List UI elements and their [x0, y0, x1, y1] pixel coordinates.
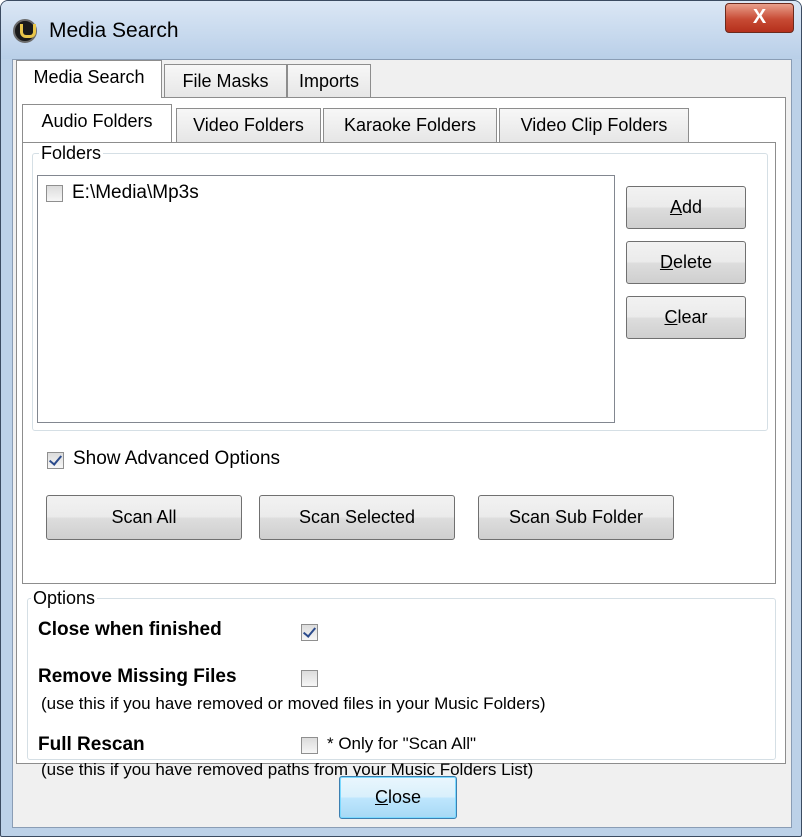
- folders-group-label: Folders: [39, 143, 104, 163]
- clear-label-rest: lear: [677, 307, 708, 327]
- folder-item-path: E:\Media\Mp3s: [72, 182, 199, 203]
- folders-list[interactable]: E:\Media\Mp3s: [37, 175, 615, 423]
- tab-video-folders[interactable]: Video Folders: [176, 108, 321, 142]
- show-advanced-label: Show Advanced Options: [73, 448, 281, 469]
- clear-button[interactable]: Clear: [626, 296, 746, 339]
- tab-video-clip-folders[interactable]: Video Clip Folders: [499, 108, 689, 142]
- remove-missing-checkbox[interactable]: [301, 670, 318, 687]
- add-button[interactable]: Add: [626, 186, 746, 229]
- options-group-label: Options: [31, 588, 98, 608]
- tab-audio-folders[interactable]: Audio Folders: [22, 104, 172, 142]
- close-label-rest: lose: [387, 787, 422, 807]
- add-label-rest: dd: [681, 197, 703, 217]
- full-rescan-checkbox[interactable]: [301, 737, 318, 754]
- scan-all-button[interactable]: Scan All: [46, 495, 242, 540]
- window-close-button[interactable]: X: [725, 3, 794, 33]
- delete-button[interactable]: Delete: [626, 241, 746, 284]
- full-rescan-note: (use this if you have removed paths from…: [41, 760, 534, 779]
- remove-missing-note: (use this if you have removed or moved f…: [41, 694, 546, 713]
- add-accel: A: [669, 197, 682, 217]
- show-advanced-checkbox[interactable]: [47, 452, 64, 469]
- close-when-finished-checkbox[interactable]: [301, 624, 318, 641]
- clear-accel: C: [664, 307, 678, 327]
- close-accel: C: [374, 787, 388, 807]
- remove-missing-label: Remove Missing Files: [38, 666, 237, 687]
- dialog-client-area: Media Search File Masks Imports Audio Fo…: [12, 59, 792, 828]
- scan-sub-folder-button[interactable]: Scan Sub Folder: [478, 495, 674, 540]
- title-bar: Media Search X: [1, 1, 801, 59]
- full-rescan-hint: * Only for "Scan All": [327, 734, 477, 753]
- scan-selected-button[interactable]: Scan Selected: [259, 495, 455, 540]
- full-rescan-label: Full Rescan: [38, 734, 145, 755]
- close-when-finished-label: Close when finished: [38, 619, 222, 640]
- audio-folders-page: Folders E:\Media\Mp3s Add Delete Clear S…: [22, 142, 776, 584]
- delete-label-rest: elete: [672, 252, 713, 272]
- close-button[interactable]: Close: [339, 776, 457, 819]
- tab-media-search[interactable]: Media Search: [16, 60, 162, 98]
- media-search-window: Media Search X Media Search File Masks I…: [0, 0, 802, 837]
- tab-file-masks[interactable]: File Masks: [164, 64, 287, 98]
- tab-imports[interactable]: Imports: [287, 64, 371, 98]
- delete-accel: D: [659, 252, 673, 272]
- window-title: Media Search: [49, 19, 179, 42]
- tab-karaoke-folders[interactable]: Karaoke Folders: [323, 108, 497, 142]
- folder-item-checkbox[interactable]: [46, 185, 63, 202]
- app-logo-icon: [13, 19, 37, 43]
- media-search-page: Audio Folders Video Folders Karaoke Fold…: [16, 97, 786, 779]
